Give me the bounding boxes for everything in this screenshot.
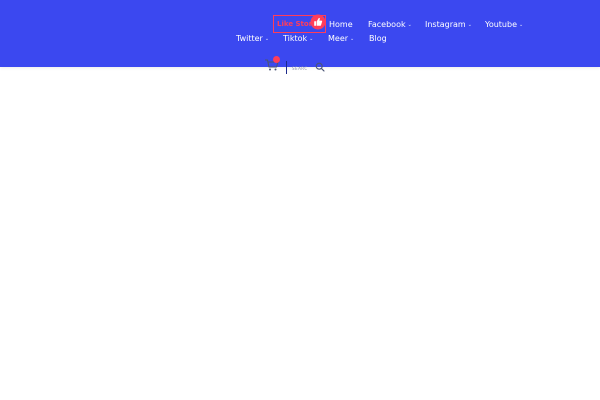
chevron-down-icon: ⌄ [519,21,524,28]
site-logo[interactable]: Like Store [273,14,326,33]
nav-twitter-label: Twitter [236,34,263,43]
chevron-down-icon: ⌄ [407,21,412,28]
nav-tiktok[interactable]: Tiktok ⌄ [283,34,313,43]
cart-count-badge [273,56,280,63]
nav-facebook[interactable]: Facebook ⌄ [368,20,412,29]
nav-meer[interactable]: Meer ⌄ [328,34,354,43]
site-header: Like Store Home Facebook ⌄ Instagram ⌄ You… [0,0,600,67]
toolbar-divider [286,61,287,74]
page-content [0,78,600,400]
nav-instagram[interactable]: Instagram ⌄ [425,20,472,29]
chevron-down-icon: ⌄ [264,35,270,42]
nav-instagram-label: Instagram [425,20,466,29]
nav-facebook-label: Facebook [368,20,406,29]
nav-meer-label: Meer [328,34,349,43]
nav-twitter[interactable]: Twitter ⌄ [236,34,269,43]
thumbs-up-icon [310,14,326,30]
nav-youtube-label: Youtube [485,20,517,29]
chevron-down-icon: ⌄ [467,21,472,28]
nav-blog[interactable]: Blog [369,34,387,43]
nav-youtube[interactable]: Youtube ⌄ [485,20,523,29]
search-icon[interactable] [315,62,325,72]
chevron-down-icon: ⌄ [350,35,355,42]
nav-home[interactable]: Home [329,20,353,29]
nav-tiktok-label: Tiktok [283,34,308,43]
chevron-down-icon: ⌄ [309,35,314,42]
